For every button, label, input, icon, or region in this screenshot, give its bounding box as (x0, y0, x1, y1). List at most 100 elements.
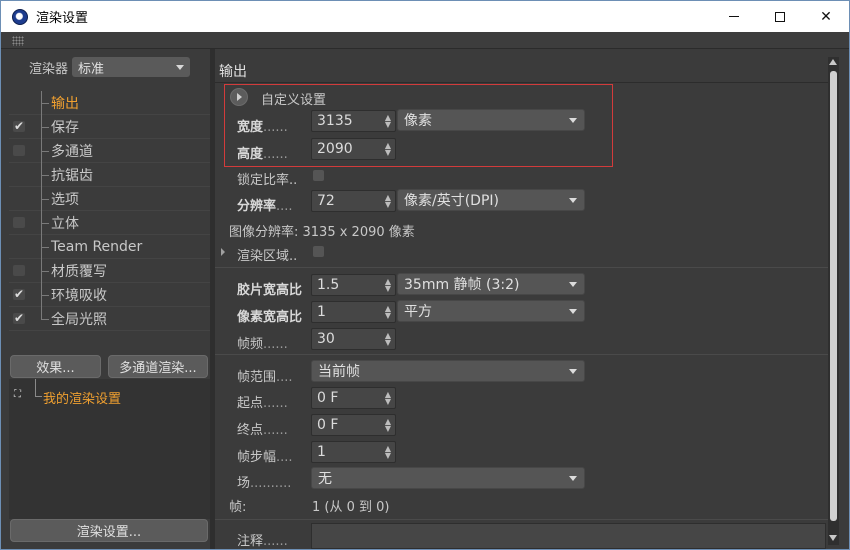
height-field[interactable]: 2090 ▲ ▼ (311, 138, 396, 160)
frame-range-dots: .... (276, 370, 293, 385)
width-value: 3135 (317, 113, 353, 129)
size-unit-dropdown[interactable]: 像素 (397, 109, 585, 131)
field-dropdown[interactable]: 无 (311, 467, 585, 489)
tree-item-antialiasing[interactable]: 抗锯齿 (9, 163, 210, 187)
resolution-unit-value: 像素/英寸(DPI) (404, 193, 499, 209)
start-label-group: 起点...... (237, 392, 288, 411)
material-override-checkbox[interactable] (13, 265, 25, 276)
height-dots: ...... (263, 147, 288, 162)
window-controls: ✕ (711, 1, 849, 32)
spinner-icon[interactable]: ▲ ▼ (385, 418, 391, 433)
field-label-group: 场.......... (237, 472, 291, 491)
width-dots: ...... (263, 120, 288, 135)
fps-dots: ...... (263, 337, 288, 352)
toolbar-grip-bar (1, 32, 849, 49)
fps-value: 30 (317, 331, 335, 347)
frame-range-value: 当前帧 (318, 364, 360, 380)
tree-item-label: 全局光照 (51, 311, 107, 328)
chevron-down-icon (569, 309, 577, 314)
tree-item-label: Team Render (51, 238, 143, 255)
notes-textarea[interactable] (311, 523, 826, 549)
spinner-icon[interactable]: ▲ ▼ (385, 114, 391, 129)
settings-tree: 输出 ✔ 保存 多通道 抗锯齿 选项 立体 Team Render 材质覆写 ✔… (9, 91, 210, 331)
stereoscopic-checkbox[interactable] (13, 217, 25, 228)
lock-ratio-checkbox[interactable] (313, 170, 324, 181)
tree-item-stereoscopic[interactable]: 立体 (9, 211, 210, 235)
minimize-button[interactable] (711, 1, 757, 32)
frames-value: 1 (从 0 到 0) (312, 500, 390, 515)
pixel-aspect-dropdown[interactable]: 平方 (397, 300, 585, 322)
output-settings-panel: 输出 自定义设置 宽度...... 3135 ▲ ▼ 像素 高度...... 20… (215, 49, 828, 549)
film-aspect-dropdown[interactable]: 35mm 静帧 (3:2) (397, 273, 585, 295)
end-label-group: 终点...... (237, 419, 288, 438)
render-settings-window: 渲染设置 ✕ 渲染器 标准 输出 ✔ 保存 多通道 抗锯齿 选项 立体 Team… (0, 0, 850, 550)
scroll-up-icon[interactable] (829, 59, 837, 65)
resolution-field[interactable]: 72 ▲ ▼ (311, 190, 396, 212)
frame-step-field[interactable]: 1 ▲ ▼ (311, 441, 396, 463)
spinner-icon[interactable]: ▲ ▼ (385, 194, 391, 209)
tree-item-material-override[interactable]: 材质覆写 (9, 259, 210, 283)
resolution-unit-dropdown[interactable]: 像素/英寸(DPI) (397, 189, 585, 211)
expand-icon[interactable]: ⛶ (14, 390, 24, 400)
ambient-occlusion-checkbox[interactable]: ✔ (13, 288, 25, 300)
spinner-icon[interactable]: ▲ ▼ (385, 445, 391, 460)
spinner-icon[interactable]: ▲ ▼ (385, 305, 391, 320)
expand-arrow-icon[interactable] (221, 248, 225, 256)
height-value: 2090 (317, 141, 353, 157)
fps-field[interactable]: 30 ▲ ▼ (311, 328, 396, 350)
chevron-down-icon (569, 369, 577, 374)
end-frame-field[interactable]: 0 F ▲ ▼ (311, 414, 396, 436)
resolution-label: 分辨率 (237, 199, 277, 214)
end-label: 终点 (237, 423, 264, 438)
resolution-value: 72 (317, 193, 335, 209)
width-field[interactable]: 3135 ▲ ▼ (311, 110, 396, 132)
frames-label: 帧: (229, 500, 247, 515)
frame-range-dropdown[interactable]: 当前帧 (311, 360, 585, 382)
render-settings-button[interactable]: 渲染设置... (10, 519, 208, 542)
save-checkbox[interactable]: ✔ (13, 120, 25, 132)
chevron-down-icon (569, 118, 577, 123)
effects-button[interactable]: 效果... (10, 355, 101, 378)
preset-item[interactable]: ⛶ 我的渲染设置 (9, 379, 210, 407)
grip-handle-icon[interactable] (12, 36, 24, 46)
spinner-icon[interactable]: ▲ ▼ (385, 142, 391, 157)
vertical-scrollbar[interactable] (828, 57, 839, 545)
pixel-aspect-field[interactable]: 1 ▲ ▼ (311, 301, 396, 323)
scroll-thumb[interactable] (830, 71, 837, 521)
start-frame-value: 0 F (317, 390, 339, 406)
renderer-label: 渲染器 (29, 61, 69, 77)
spinner-icon[interactable]: ▲ ▼ (385, 278, 391, 293)
width-label: 宽度 (237, 120, 264, 135)
tree-item-output[interactable]: 输出 (9, 91, 210, 115)
global-illumination-checkbox[interactable]: ✔ (13, 312, 25, 324)
section-title: 输出 (219, 64, 247, 80)
tree-item-multipass[interactable]: 多通道 (9, 139, 210, 163)
tree-item-team-render[interactable]: Team Render (9, 235, 210, 259)
frame-range-label-group: 帧范围.... (237, 366, 293, 385)
maximize-button[interactable] (757, 1, 803, 32)
film-aspect-label: 胶片宽高比 (237, 283, 303, 298)
tree-item-global-illumination[interactable]: ✔ 全局光照 (9, 307, 210, 331)
tree-item-label: 保存 (51, 119, 79, 136)
multipass-checkbox[interactable] (13, 145, 25, 156)
spinner-icon[interactable]: ▲ ▼ (385, 391, 391, 406)
fps-label: 帧频 (237, 337, 264, 352)
tree-item-ambient-occlusion[interactable]: ✔ 环境吸收 (9, 283, 210, 307)
chevron-down-icon (569, 282, 577, 287)
tree-item-options[interactable]: 选项 (9, 187, 210, 211)
tree-item-save[interactable]: ✔ 保存 (9, 115, 210, 139)
scroll-down-icon[interactable] (829, 535, 837, 541)
pixel-aspect-value: 1 (317, 304, 326, 320)
render-region-checkbox[interactable] (313, 246, 324, 257)
width-label-group: 宽度...... (237, 116, 288, 135)
preset-arrow-button[interactable] (230, 88, 248, 106)
multipass-render-button[interactable]: 多通道渲染... (108, 355, 208, 378)
window-title: 渲染设置 (36, 10, 89, 25)
start-frame-field[interactable]: 0 F ▲ ▼ (311, 387, 396, 409)
renderer-select[interactable]: 标准 (72, 57, 191, 77)
spinner-icon[interactable]: ▲ ▼ (385, 332, 391, 347)
close-button[interactable]: ✕ (803, 1, 849, 32)
chevron-down-icon (176, 65, 185, 70)
film-aspect-field[interactable]: 1.5 ▲ ▼ (311, 274, 396, 296)
field-label: 场 (237, 476, 251, 491)
